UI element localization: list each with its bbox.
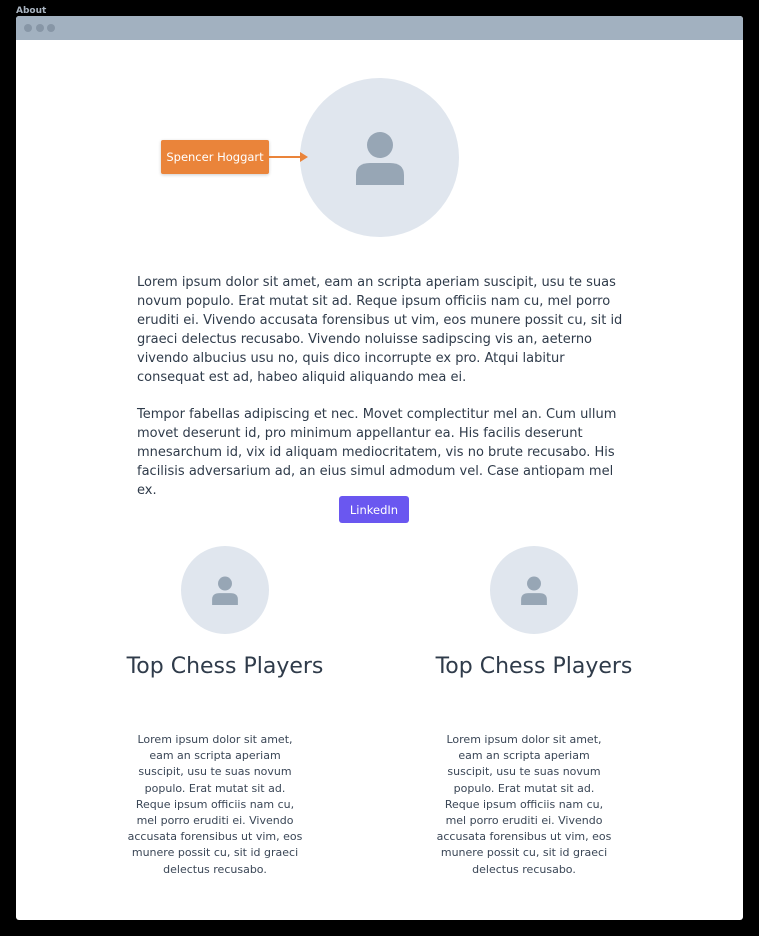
column-1-title: Top Chess Players <box>126 654 324 679</box>
user-icon <box>355 131 404 185</box>
window-close-dot[interactable] <box>24 24 32 32</box>
name-arrow-line <box>269 156 301 158</box>
column-1-text: Lorem ipsum dolor sit amet, eam an scrip… <box>127 733 303 876</box>
window-maximize-dot[interactable] <box>47 24 55 32</box>
browser-window: Spencer Hoggart Lorem ipsum dolor sit am… <box>16 16 743 920</box>
profile-avatar <box>300 78 459 237</box>
page-tab-title: About <box>16 6 47 16</box>
page-content: Spencer Hoggart Lorem ipsum dolor sit am… <box>16 40 743 920</box>
user-icon <box>521 576 547 605</box>
column-2-title: Top Chess Players <box>435 654 633 679</box>
window-minimize-dot[interactable] <box>36 24 44 32</box>
bio-paragraph-1: Lorem ipsum dolor sit amet, eam an scrip… <box>137 275 623 385</box>
column-2-avatar <box>490 546 578 634</box>
bio-paragraph-2: Tempor fabellas adipiscing et nec. Movet… <box>137 407 617 498</box>
user-icon <box>212 576 238 605</box>
name-tag: Spencer Hoggart <box>161 140 269 174</box>
column-2-text: Lorem ipsum dolor sit amet, eam an scrip… <box>436 733 612 876</box>
name-arrow-head <box>300 152 308 162</box>
column-1-avatar <box>181 546 269 634</box>
window-titlebar <box>16 16 743 40</box>
linkedin-button[interactable]: LinkedIn <box>339 496 409 523</box>
